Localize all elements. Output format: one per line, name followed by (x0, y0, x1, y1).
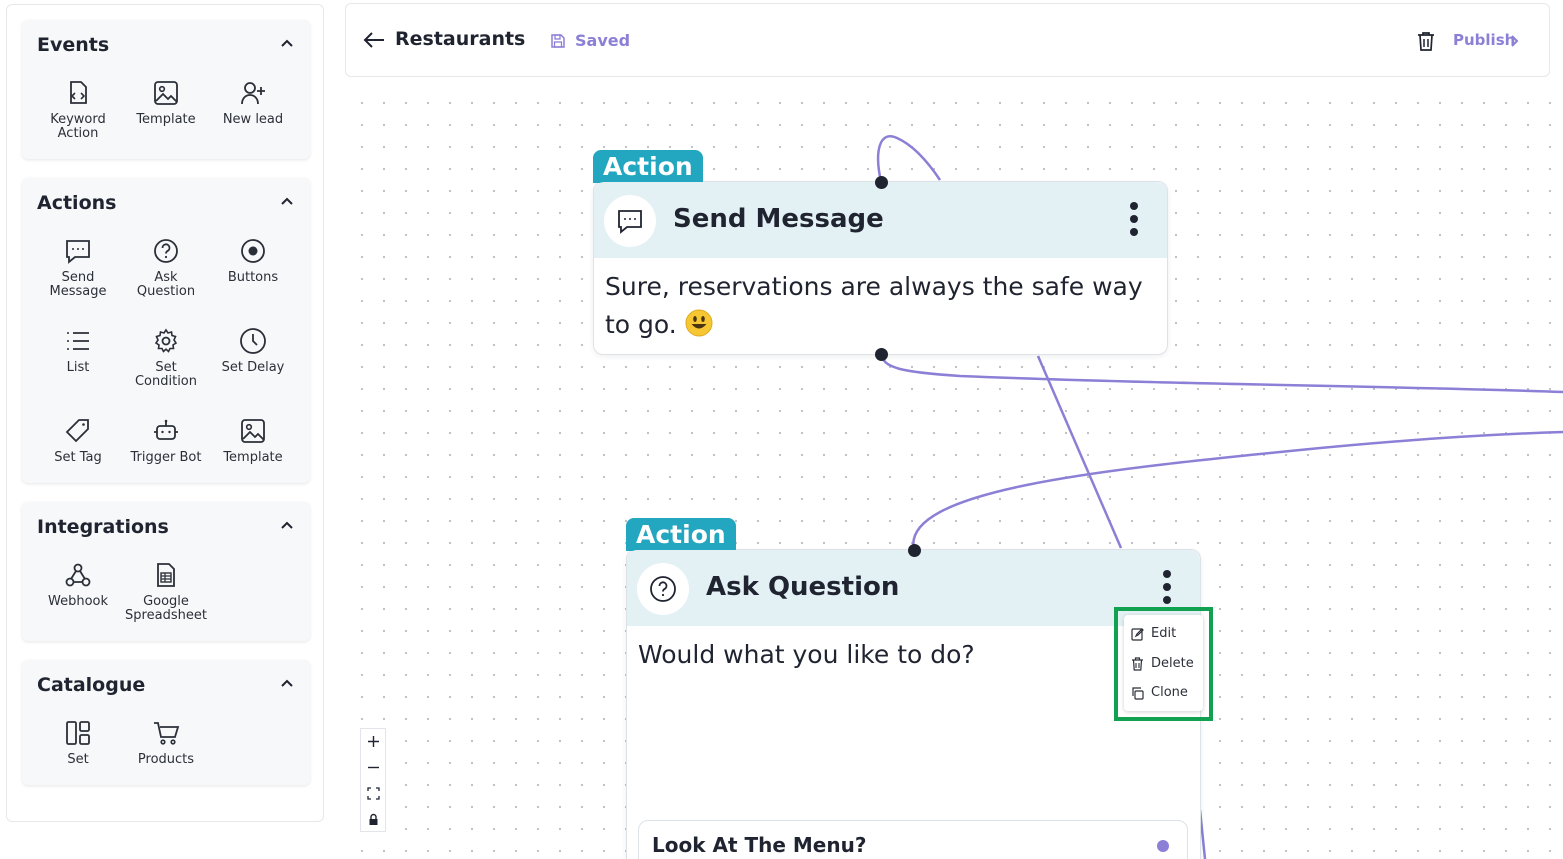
zoom-in-button[interactable] (361, 729, 385, 755)
node-message: Sure, reservations are always the safe w… (605, 268, 1147, 344)
node-header: Send Message (594, 182, 1167, 258)
option-output-handle[interactable] (1157, 840, 1169, 852)
zoom-out-button[interactable] (361, 755, 385, 781)
node-icon (637, 563, 689, 615)
menu-item-label: Delete (1151, 656, 1194, 671)
context-menu: Edit Delete Clone (1124, 615, 1203, 711)
smiley-emoji-icon (685, 309, 713, 337)
question-option[interactable]: Look At The Menu? (638, 820, 1188, 859)
edit-icon (1131, 628, 1144, 641)
minus-icon (368, 766, 379, 769)
node-title: Send Message (673, 204, 884, 234)
node-output-handle[interactable] (875, 348, 888, 361)
send-message-node[interactable]: Action Send Message Sure, reservations a… (593, 150, 1168, 355)
node-question: Would what you like to do? (638, 640, 975, 669)
plus-icon (368, 736, 379, 747)
more-menu-icon[interactable] (1129, 202, 1139, 240)
option-label: Look At The Menu? (652, 833, 867, 857)
node-type-tag: Action (593, 150, 703, 183)
menu-item-clone[interactable]: Clone (1131, 683, 1201, 703)
edge (1036, 355, 1123, 549)
lock-button[interactable] (361, 807, 385, 833)
trash-icon (1132, 657, 1143, 671)
question-icon (650, 576, 676, 602)
fit-view-button[interactable] (361, 781, 385, 807)
node-input-handle[interactable] (875, 176, 888, 189)
menu-item-label: Clone (1151, 685, 1188, 700)
copy-icon (1132, 687, 1144, 700)
edge (879, 353, 1563, 394)
menu-item-label: Edit (1151, 626, 1177, 641)
edge (912, 430, 1563, 551)
node-type-tag: Action (626, 518, 736, 551)
edge (876, 135, 942, 183)
menu-item-delete[interactable]: Delete (1131, 654, 1201, 674)
more-menu-icon[interactable] (1162, 570, 1172, 608)
node-input-handle[interactable] (908, 544, 921, 557)
lock-icon (369, 813, 378, 825)
menu-item-edit[interactable]: Edit (1131, 624, 1201, 644)
message-icon (618, 210, 642, 234)
zoom-controls (360, 728, 386, 832)
node-title: Ask Question (706, 572, 900, 602)
fit-view-icon (367, 787, 380, 800)
node-icon (604, 195, 656, 247)
